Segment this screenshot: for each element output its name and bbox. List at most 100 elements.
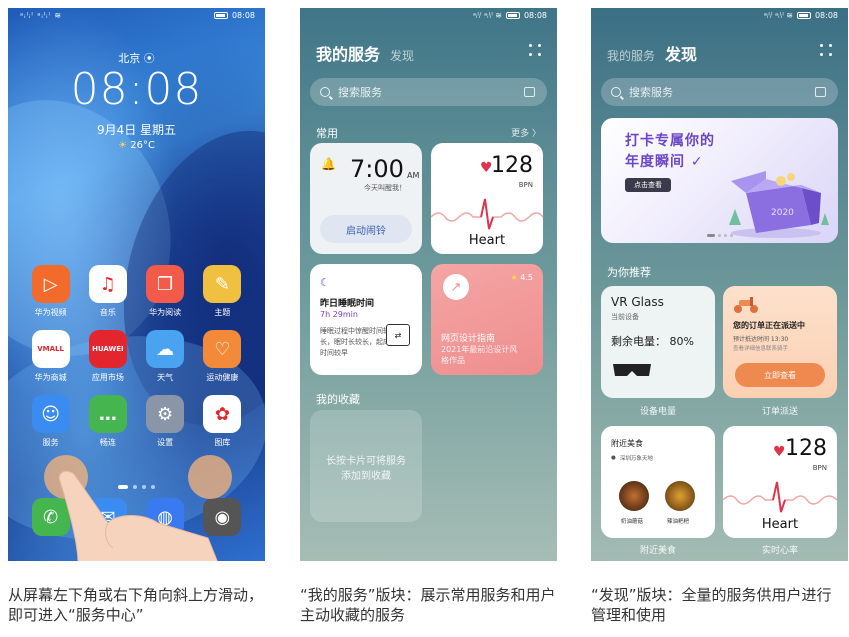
vr-glass-card[interactable]: VR Glass 当前设备 剩余电量： 80% xyxy=(601,286,715,398)
scooter-icon xyxy=(734,297,758,313)
lock-weather: ☀ 26°C xyxy=(118,140,155,151)
sleep-card[interactable]: ☾ 昨日睡眠时间 7h 29min 睡眠过程中惊醒时间较长，眠时长较长，起床时间… xyxy=(310,264,422,375)
heart-rate-card[interactable]: ♥ 128 BPN Heart xyxy=(723,426,837,538)
vmall-icon: VMALL xyxy=(31,330,70,368)
app-chat[interactable]: … 畅连 xyxy=(79,395,136,448)
favorites-empty-card[interactable]: 长按卡片可将服务添加到收藏 xyxy=(310,410,422,522)
book-icon: ❐ xyxy=(146,265,185,303)
dish1-image[interactable] xyxy=(619,481,649,511)
section-common-title: 常用 xyxy=(316,127,338,140)
app-label: 音乐 xyxy=(99,308,116,317)
alarm-time: 7:00 xyxy=(350,155,404,183)
app-appgallery[interactable]: HUAWEI 应用市场 xyxy=(79,330,136,383)
status-bar: ᵃᵢˡᵢˡ ᵃᵢˡᵢˡ ≋ 08:08 xyxy=(300,8,557,24)
app-grid: ▷ 华为视频 ♫ 音乐 ❐ 华为阅读 ✎ 主题 VMALL 华为商城 HUAWEI 应用市场 ☁ 天气 ♡ 运… xyxy=(22,265,251,448)
vr-subtitle: 当前设备 xyxy=(611,313,639,321)
heart-caption: 实时心率 xyxy=(761,546,798,556)
tab-my-services[interactable]: 我的服务 xyxy=(607,47,655,64)
gift-box-icon: 2020 xyxy=(729,171,829,238)
heart-rate-unit: BPN xyxy=(812,464,827,472)
finger-gesture-icon xyxy=(58,470,218,561)
app-label: 设置 xyxy=(157,438,174,447)
view-order-button[interactable]: 立即查看 xyxy=(735,363,825,387)
scan-icon[interactable] xyxy=(524,87,535,97)
sleep-title: 昨日睡眠时间 xyxy=(320,299,375,309)
food-caption: 附近美食 xyxy=(639,546,676,556)
battery-icon xyxy=(505,12,520,19)
food-location: ● 深圳万象天地 xyxy=(611,455,653,462)
app-label: 华为阅读 xyxy=(149,308,182,317)
search-placeholder: 搜索服务 xyxy=(629,86,673,99)
arrow-up-right-icon: ↗ xyxy=(443,274,469,300)
sleep-duration: 7h 29min xyxy=(320,310,358,319)
design-subtitle: 2021年最前沿设计风格作品 xyxy=(441,345,518,365)
app-label: 运动健康 xyxy=(206,373,239,382)
lock-clock: 08:08 xyxy=(70,64,203,115)
app-video[interactable]: ▷ 华为视频 xyxy=(22,265,79,318)
moon-icon: ☾ xyxy=(320,276,330,289)
heart-label: Heart xyxy=(468,233,506,248)
heart-rate-card[interactable]: ♥ 128 BPN Heart xyxy=(431,143,543,254)
design-rating: ★ 4.5 xyxy=(510,273,533,282)
order-note: 查看详细信息联系骑手 xyxy=(733,346,789,352)
home-screen-phone: ᵃᵢˡᵢˡ ᵃᵢˡᵢˡ ≋ 08:08 北京 ⦿ 08:08 9月4日 星期五 … xyxy=(8,8,265,561)
more-options-icon[interactable] xyxy=(529,44,541,56)
tab-discover[interactable]: 发现 xyxy=(665,41,697,65)
tab-my-services[interactable]: 我的服务 xyxy=(316,41,380,65)
battery-icon xyxy=(796,12,811,19)
search-input[interactable]: 搜索服务 xyxy=(601,78,838,106)
search-placeholder: 搜索服务 xyxy=(338,86,382,99)
banner-indicator xyxy=(601,234,838,237)
health-icon: ♡ xyxy=(203,330,242,368)
design-title: 网页设计指南 xyxy=(441,334,496,344)
alarm-card[interactable]: 🔔 7:00 AM 今天叫醒我！ 启动闹铃 xyxy=(310,143,422,254)
app-label: 图库 xyxy=(214,438,231,447)
more-options-icon[interactable] xyxy=(820,44,832,56)
status-time: 08:08 xyxy=(231,11,255,20)
scan-icon[interactable] xyxy=(815,87,826,97)
dish2-image[interactable] xyxy=(665,481,695,511)
video-icon: ▷ xyxy=(31,265,70,303)
nearby-food-card[interactable]: 附近美食 ● 深圳万象天地 奶油蘑菇 辣油粑粑 xyxy=(601,426,715,538)
promo-banner[interactable]: 打卡专属你的 年度瞬间 ✓ 点击查看 2020 xyxy=(601,118,838,243)
tab-discover[interactable]: 发现 xyxy=(390,47,414,64)
design-guide-card[interactable]: ↗ ★ 4.5 网页设计指南 2021年最前沿设计风格作品 xyxy=(431,264,543,375)
app-vmall[interactable]: VMALL 华为商城 xyxy=(22,330,79,383)
app-weather[interactable]: ☁ 天气 xyxy=(137,330,194,383)
sleep-description: 睡眠过程中惊醒时间较长，眠时长较长，起床时间较早 xyxy=(320,327,390,357)
discover-phone: ᵃᵢˡᵢˡ ᵃᵢˡᵢˡ ≋ 08:08 我的服务 发现 搜索服务 打卡专属你的 年… xyxy=(591,8,848,561)
section-favorites-title: 我的收藏 xyxy=(316,393,360,406)
app-book[interactable]: ❐ 华为阅读 xyxy=(137,265,194,318)
start-alarm-button[interactable]: 启动闹铃 xyxy=(320,215,412,243)
signal-icon: ᵃᵢˡᵢˡ ᵃᵢˡᵢˡ ≋ xyxy=(20,11,63,20)
section-more-link[interactable]: 更多 〉 xyxy=(511,126,541,139)
promo-view-button[interactable]: 点击查看 xyxy=(625,178,671,192)
app-settings[interactable]: ⚙ 设置 xyxy=(137,395,194,448)
app-label: 畅连 xyxy=(99,438,116,447)
app-health[interactable]: ♡ 运动健康 xyxy=(194,330,251,383)
battery-icon xyxy=(213,12,228,19)
caption-discover: “发现”版块：全量的服务供用户进行管理和使用 xyxy=(591,586,832,624)
favorites-hint: 长按卡片可将服务添加到收藏 xyxy=(326,456,406,482)
app-brush[interactable]: ✎ 主题 xyxy=(194,265,251,318)
star-icon: ★ xyxy=(510,273,518,282)
search-icon xyxy=(320,87,330,97)
heart-wave-icon xyxy=(431,198,543,230)
status-time: 08:08 xyxy=(523,11,547,20)
heart-label: Heart xyxy=(761,517,799,532)
dish2-name: 辣油粑粑 xyxy=(667,519,690,525)
lock-date: 9月4日 星期五 xyxy=(96,123,177,137)
food-title: 附近美食 xyxy=(611,439,643,448)
alarm-subtitle: 今天叫醒我！ xyxy=(364,184,406,192)
heart-icon: ♥ xyxy=(773,444,786,460)
app-gallery[interactable]: ✿ 图库 xyxy=(194,395,251,448)
app-service[interactable]: ☺ 服务 xyxy=(22,395,79,448)
search-input[interactable]: 搜索服务 xyxy=(310,78,547,106)
app-label: 华为商城 xyxy=(34,373,67,382)
app-music[interactable]: ♫ 音乐 xyxy=(79,265,136,318)
translate-icon[interactable]: ⇄ xyxy=(386,324,410,346)
order-delivery-card[interactable]: 您的订单正在派送中 预计抵达时间 13:30 查看详细信息联系骑手 立即查看 xyxy=(723,286,837,398)
order-eta: 预计抵达时间 13:30 xyxy=(733,336,789,343)
order-caption: 订单派送 xyxy=(761,407,798,417)
caption-my-services: “我的服务”版块：展示常用服务和用户主动收藏的服务 xyxy=(300,586,556,624)
